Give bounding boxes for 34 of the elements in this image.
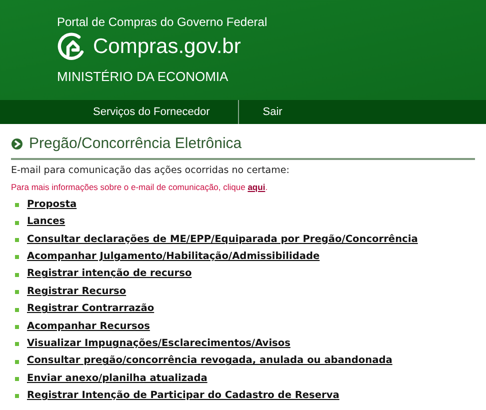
menu-link[interactable]: Acompanhar Recursos — [27, 320, 150, 334]
menu-link[interactable]: Consultar declarações de ME/EPP/Equiparada por Pregão/Concorrência — [27, 232, 418, 248]
menu-link[interactable]: Registrar intenção de recurso — [27, 267, 192, 282]
nav-link[interactable]: Sair — [238, 100, 282, 124]
bullet-icon — [15, 220, 19, 225]
menu-link[interactable]: Registrar Recurso — [27, 284, 126, 300]
page-title: Pregão/Concorrência Eletrônica — [29, 134, 242, 154]
menu-link[interactable]: Proposta — [27, 198, 77, 213]
bullet-icon — [15, 272, 19, 277]
nav-link[interactable]: Serviços do Fornecedor — [0, 100, 239, 124]
bullet-icon — [15, 290, 19, 294]
menu-link[interactable]: Consultar pregão/concorrência revogada, anulada ou abandonada — [27, 354, 392, 370]
info-note: Para mais informações sobre o e-mail de comunicação, clique aqui. — [11, 180, 269, 194]
bullet-icon — [15, 255, 19, 260]
menu-link[interactable]: Enviar anexo/planilha atualizada — [27, 372, 208, 386]
menu-link[interactable]: Lances — [27, 215, 66, 230]
menu-link[interactable]: Visualizar Impugnações/Esclarecimentos/Avisos — [27, 336, 290, 352]
bullet-icon — [15, 342, 19, 346]
bullet-icon — [15, 324, 19, 329]
menu-link[interactable]: Acompanhar Julgamento/Habilitação/Admissibilidade — [27, 250, 320, 265]
bullet-icon — [15, 360, 19, 364]
ministry-name: MINISTÉRIO DA ECONOMIA — [57, 68, 230, 86]
logo-text: Compras.gov.br — [93, 34, 241, 60]
email-label: E-mail para comunicação das ações ocorridas no certame: — [11, 164, 290, 178]
bullet-icon — [15, 377, 19, 382]
bullet-icon — [15, 394, 19, 398]
info-link[interactable]: aqui — [248, 182, 266, 192]
portal-title: Portal de Compras do Governo Federal — [57, 15, 268, 29]
arrow-bullet-icon — [11, 138, 24, 150]
bullet-icon — [15, 308, 19, 312]
bullet-icon — [15, 238, 19, 242]
bullet-icon — [15, 203, 19, 208]
menu-link[interactable]: Registrar Contrarrazão — [27, 302, 154, 317]
menu-link[interactable]: Registrar Intenção de Participar do Cadastro de Reserva — [27, 389, 340, 404]
